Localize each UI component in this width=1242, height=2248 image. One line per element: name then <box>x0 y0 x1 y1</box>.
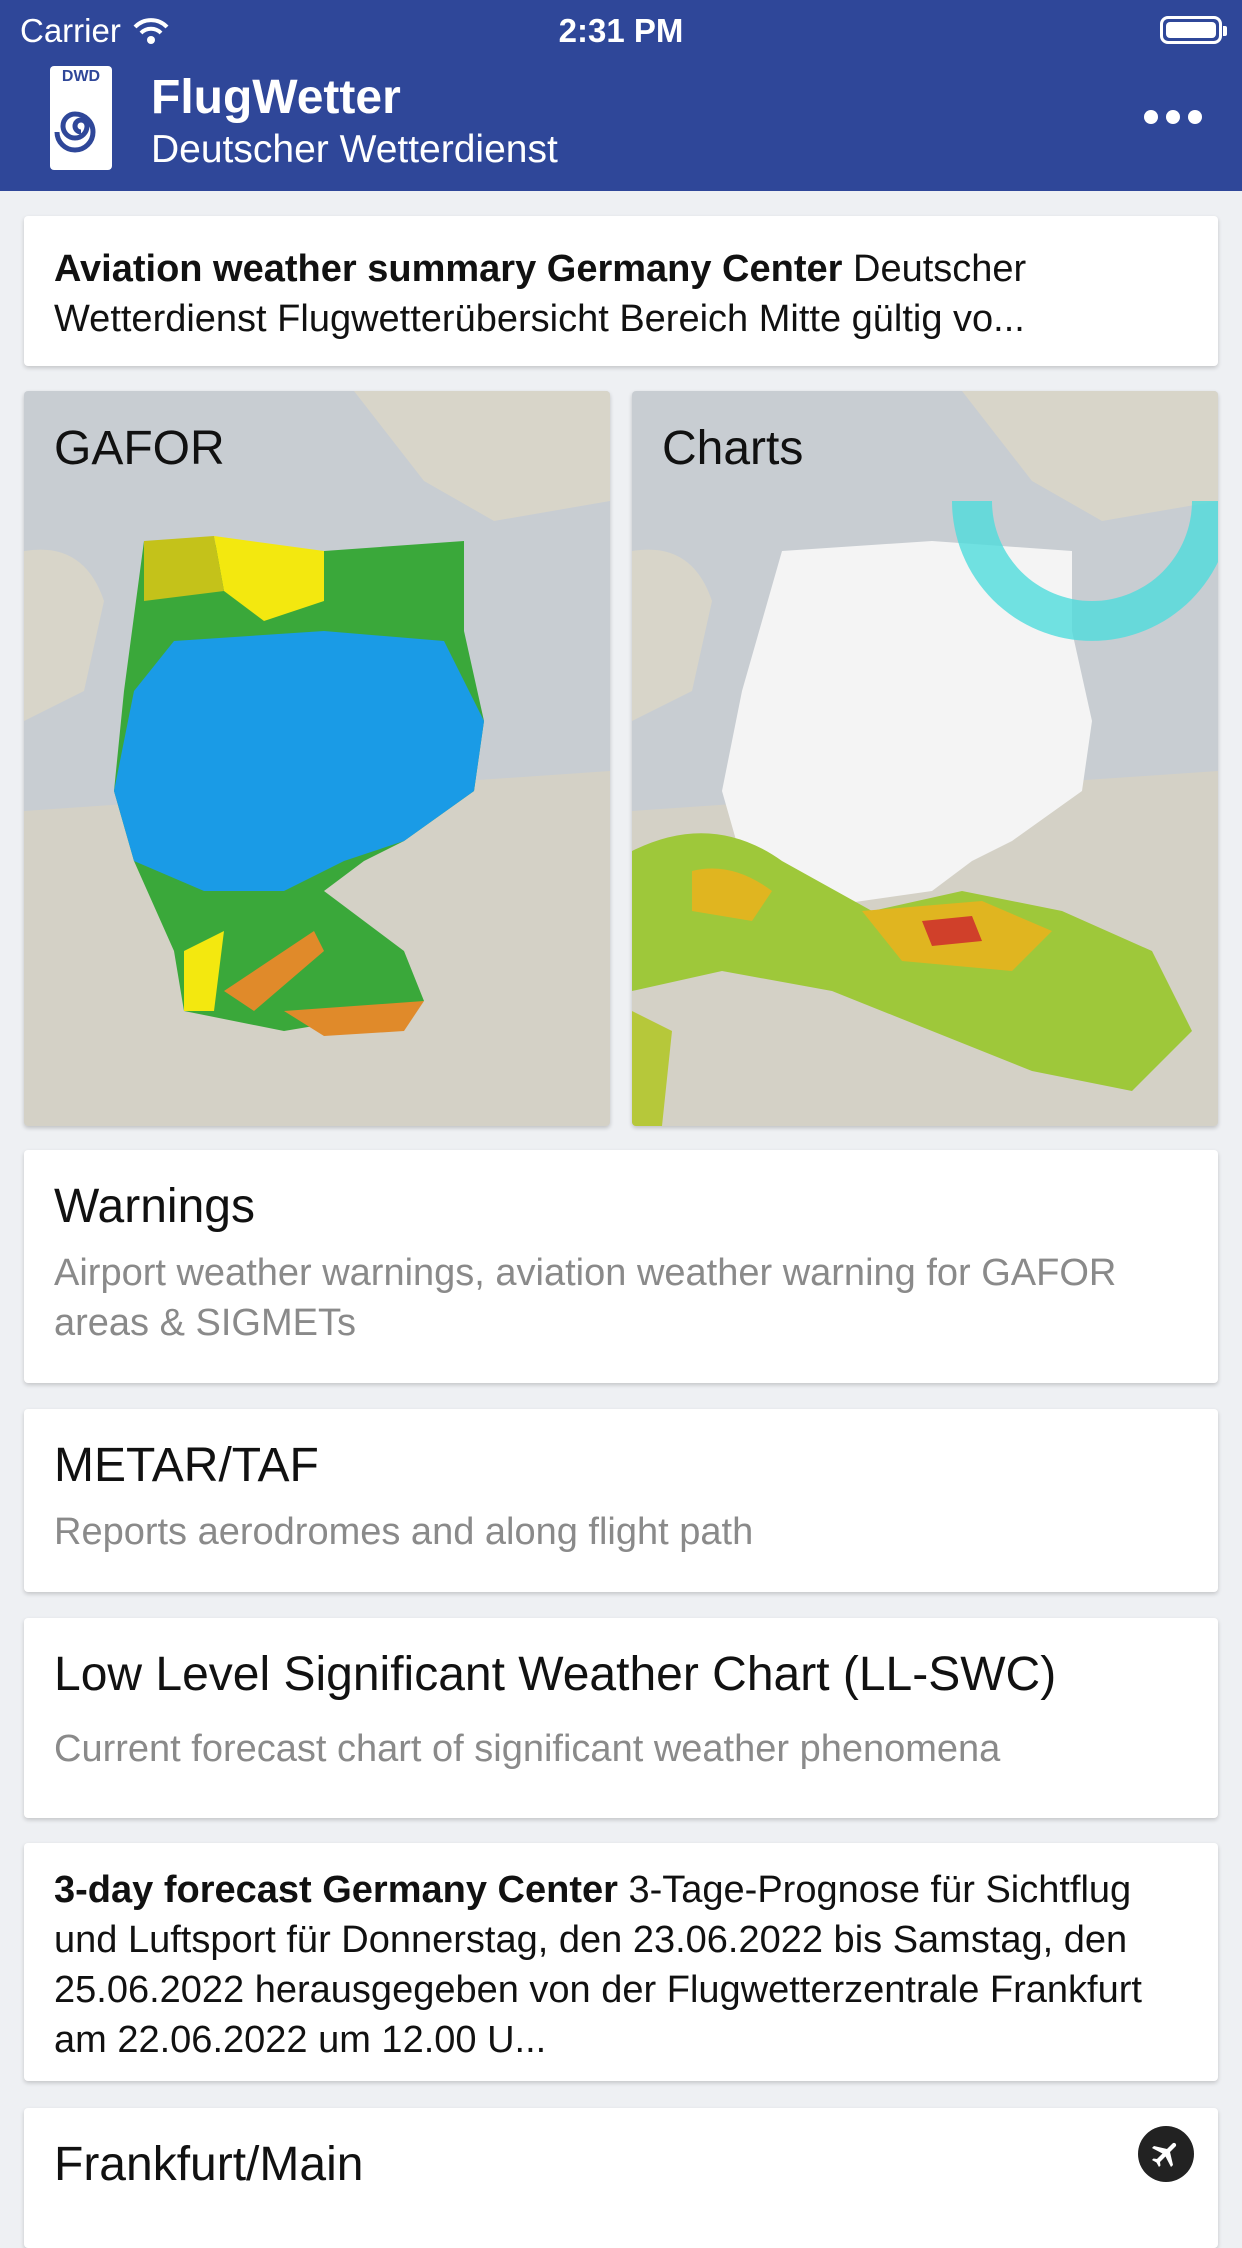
summary-title: Aviation weather summary Germany Center <box>54 248 843 290</box>
llswc-subtitle: Current forecast chart of significant we… <box>54 1728 1001 1770</box>
metar-subtitle: Reports aerodromes and along flight path <box>54 1511 754 1553</box>
gafor-map <box>24 391 610 1126</box>
app-subtitle: Deutscher Wetterdienst <box>151 128 558 171</box>
status-bar: Carrier 2:31 PM <box>0 0 1242 62</box>
forecast-title: 3-day forecast Germany Center <box>54 1869 618 1911</box>
frankfurt-title: Frankfurt/Main <box>54 2138 364 2191</box>
warnings-subtitle: Airport weather warnings, aviation weath… <box>54 1252 1117 1344</box>
charts-tile[interactable]: Charts <box>632 391 1218 1126</box>
battery-icon <box>1160 16 1227 44</box>
llswc-card[interactable]: Low Level Significant Weather Chart (LL-… <box>24 1618 1218 1818</box>
app-title: FlugWetter <box>151 71 401 124</box>
app-header: Carrier 2:31 PM DWD FlugWetter Deutscher… <box>0 0 1242 191</box>
charts-label: Charts <box>662 422 804 475</box>
warnings-title: Warnings <box>54 1180 255 1233</box>
metar-title: METAR/TAF <box>54 1439 319 1492</box>
gafor-tile[interactable]: GAFOR <box>24 391 610 1126</box>
summary-card[interactable]: Aviation weather summary Germany Center … <box>24 216 1218 366</box>
status-time: 2:31 PM <box>558 12 684 49</box>
gafor-label: GAFOR <box>54 422 225 475</box>
metar-taf-card[interactable]: METAR/TAF Reports aerodromes and along f… <box>24 1409 1218 1592</box>
swirl-icon <box>54 111 96 153</box>
frankfurt-card[interactable]: Frankfurt/Main <box>24 2108 1218 2248</box>
forecast-card[interactable]: 3-day forecast Germany Center 3-Tage-Pro… <box>24 1843 1218 2081</box>
dwd-logo: DWD <box>50 66 112 170</box>
logo-text: DWD <box>61 68 101 85</box>
airplane-icon[interactable] <box>1138 2126 1194 2182</box>
radar-map <box>632 391 1218 1126</box>
warnings-card[interactable]: Warnings Airport weather warnings, aviat… <box>24 1150 1218 1383</box>
more-menu-icon[interactable] <box>1144 110 1202 124</box>
llswc-title: Low Level Significant Weather Chart (LL-… <box>54 1648 1057 1701</box>
